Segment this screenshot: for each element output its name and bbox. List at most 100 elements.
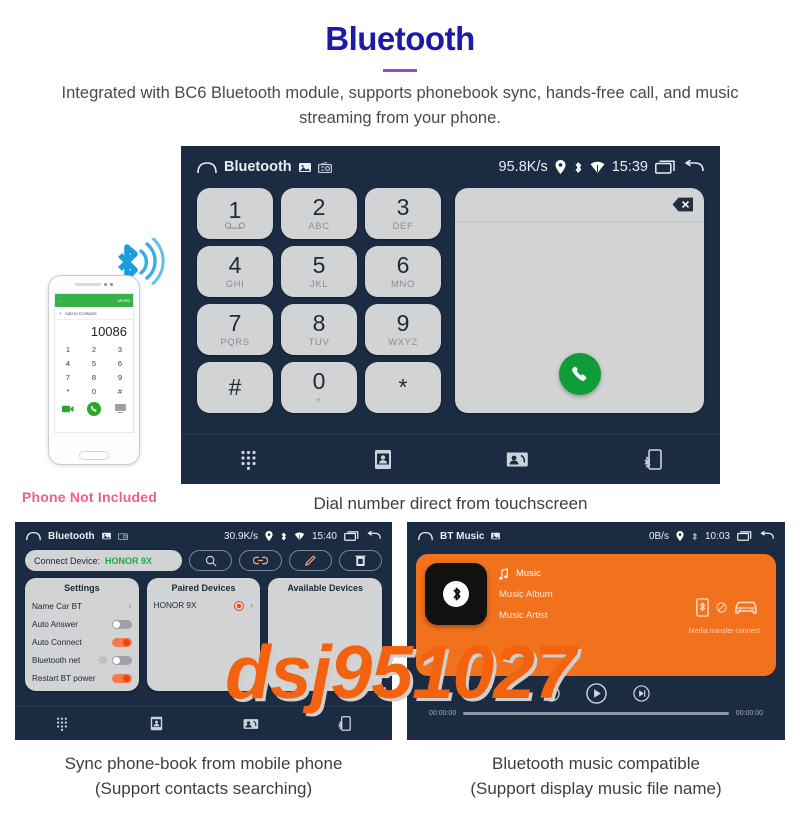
phone-key[interactable]: 3 (107, 342, 133, 356)
nav-bluetooth-phone[interactable] (585, 449, 720, 470)
setting-label: Auto Answer (32, 619, 78, 629)
connect-device-pill[interactable]: Connect Device: HONOR 9X (25, 550, 182, 571)
phone-bluetooth-icon[interactable] (696, 598, 709, 617)
setting-row-auto-connect[interactable]: Auto Connect (32, 633, 132, 651)
recents-icon[interactable] (737, 531, 753, 541)
phone-call-button[interactable] (87, 402, 102, 416)
home-icon[interactable] (197, 161, 217, 174)
setting-label: Restart BT power (32, 673, 96, 683)
auto-answer-toggle[interactable] (111, 619, 132, 629)
number-display-panel[interactable] (455, 188, 704, 413)
phone-key[interactable]: 5 (81, 356, 107, 370)
phone-more-label: MORE (118, 298, 130, 303)
phone-key[interactable]: * (55, 384, 81, 398)
key-2[interactable]: 2 ABC (281, 188, 357, 239)
key-label: 6 (396, 251, 410, 278)
bluetooth-net-toggle[interactable] (111, 655, 132, 665)
key-1[interactable]: 1 (197, 188, 273, 239)
phone-keyboard-icon[interactable] (115, 400, 127, 418)
connected-radio-icon[interactable] (234, 600, 244, 611)
car-icon[interactable] (734, 599, 758, 616)
delete-button[interactable] (339, 550, 382, 571)
available-devices-title: Available Devices (287, 583, 364, 593)
statusbar: Bluetooth 30.9K/s 15:40 (15, 522, 392, 550)
progress-bar-row[interactable]: 00:00:00 00:00:00 (407, 704, 785, 717)
key-4[interactable]: 4 GHI (197, 246, 273, 297)
gallery-icon[interactable] (491, 532, 501, 540)
bottom-nav[interactable] (181, 434, 720, 484)
gallery-icon[interactable] (298, 162, 311, 173)
phone-add-contacts-row[interactable]: + Add to Contacts (55, 307, 133, 320)
artist-name: Music Artist (499, 610, 548, 621)
key-6[interactable]: 6 MNO (365, 246, 441, 297)
radio-icon[interactable] (117, 532, 128, 540)
next-track-icon[interactable] (632, 685, 650, 702)
home-icon[interactable] (26, 531, 41, 541)
phone-key[interactable]: 1 (55, 342, 81, 356)
bluetooth-music-screen: BT Music 0B/s 10:03 Music Music Album Mu… (407, 522, 785, 740)
phone-video-icon[interactable] (61, 400, 74, 418)
backspace-icon[interactable] (672, 197, 694, 212)
setting-row-bluetooth-net[interactable]: Bluetooth net (32, 651, 132, 669)
setting-label: Auto Connect (32, 637, 82, 647)
key-8[interactable]: 8 TUV (281, 304, 357, 355)
dial-keypad[interactable]: 1 2 ABC 3 DEF 4 GHI 5 JKL 6 MNO 7 PQRS 8… (197, 188, 441, 413)
call-button[interactable] (558, 353, 601, 395)
radio-icon[interactable] (317, 161, 332, 173)
phone-key[interactable]: 2 (81, 342, 107, 356)
key-9[interactable]: 9 WXYZ (365, 304, 441, 355)
search-button[interactable] (189, 550, 232, 571)
page-title: Bluetooth (325, 20, 475, 57)
key-label: 8 (312, 309, 326, 336)
nav-call-log[interactable] (451, 451, 586, 468)
key-0[interactable]: 0 + (281, 362, 357, 413)
phone-key[interactable]: 7 (55, 370, 81, 384)
key-hash[interactable]: # (197, 362, 273, 413)
chevron-right-icon[interactable]: › (250, 600, 253, 611)
phone-key[interactable]: # (107, 384, 133, 398)
key-sublabel: WXYZ (388, 336, 418, 348)
auto-connect-toggle[interactable] (111, 637, 132, 647)
progress-track[interactable] (463, 712, 729, 715)
phone-key[interactable]: 8 (81, 370, 107, 384)
nav-call-log[interactable] (204, 718, 298, 730)
nav-bluetooth-phone[interactable] (298, 716, 392, 731)
nav-contacts[interactable] (316, 449, 451, 470)
phone-key[interactable]: 6 (107, 356, 133, 370)
gallery-icon[interactable] (101, 532, 111, 540)
recents-icon[interactable] (344, 531, 360, 541)
phone-key[interactable]: 0 (81, 384, 107, 398)
back-icon[interactable] (367, 531, 381, 541)
edit-button[interactable] (289, 550, 332, 571)
bluetooth-icon (573, 160, 583, 175)
pair-link-button[interactable] (239, 550, 282, 571)
home-icon[interactable] (418, 531, 433, 541)
phone-keypad[interactable]: 1 2 3 4 5 6 7 8 9 * 0 # (55, 342, 133, 398)
player-controls[interactable] (407, 683, 785, 704)
back-icon[interactable] (760, 531, 774, 541)
recents-icon[interactable] (655, 160, 677, 174)
back-icon[interactable] (684, 160, 704, 174)
key-5[interactable]: 5 JKL (281, 246, 357, 297)
music-note-icon (499, 567, 508, 580)
network-speed: 95.8K/s (498, 159, 548, 175)
key-sublabel: PQRS (220, 336, 250, 348)
nav-dialpad[interactable] (181, 450, 316, 470)
setting-row-name[interactable]: Name Car BT › (32, 597, 132, 615)
key-star[interactable]: * (365, 362, 441, 413)
phone-key[interactable]: 4 (55, 356, 81, 370)
bottom-nav[interactable] (15, 706, 392, 740)
key-label: 2 (312, 193, 326, 220)
key-3[interactable]: 3 DEF (365, 188, 441, 239)
paired-device-row[interactable]: HONOR 9X › (154, 597, 254, 614)
media-transfer-indicator (696, 598, 758, 617)
setting-row-auto-answer[interactable]: Auto Answer (32, 615, 132, 633)
previous-track-icon[interactable] (542, 685, 560, 702)
restart-bt-toggle[interactable] (111, 673, 132, 683)
play-pause-icon[interactable] (585, 683, 607, 704)
key-7[interactable]: 7 PQRS (197, 304, 273, 355)
phone-key[interactable]: 9 (107, 370, 133, 384)
nav-dialpad[interactable] (15, 717, 109, 731)
nav-contacts[interactable] (109, 716, 203, 731)
setting-row-restart-bt[interactable]: Restart BT power (32, 669, 132, 687)
